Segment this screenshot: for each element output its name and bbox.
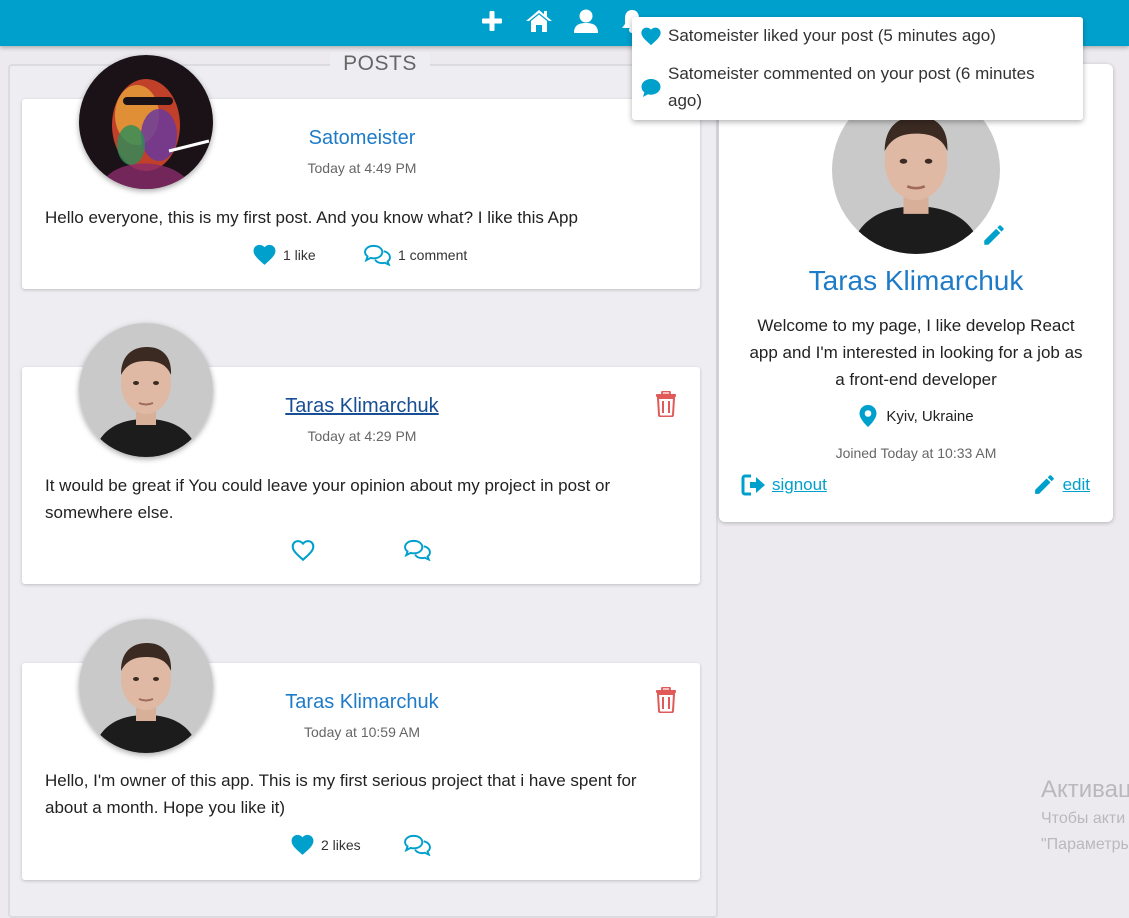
trash-icon: [656, 686, 676, 714]
profile-button[interactable]: [571, 6, 601, 36]
delete-post-button[interactable]: [654, 390, 678, 418]
add-post-button[interactable]: [477, 6, 507, 36]
edit-profile-button[interactable]: edit: [1032, 472, 1090, 497]
comment-button[interactable]: 1 comment: [363, 243, 467, 266]
edit-label: edit: [1062, 474, 1090, 494]
pencil-icon: [1034, 475, 1054, 494]
home-button[interactable]: [524, 6, 554, 36]
like-button[interactable]: 1 like: [252, 243, 316, 266]
comment-button[interactable]: [403, 538, 432, 561]
post-body: It would be great if You could leave you…: [45, 476, 611, 522]
heart-filled-icon: [291, 834, 314, 855]
post-author-avatar[interactable]: [79, 323, 213, 457]
trash-icon: [656, 390, 676, 418]
comment-button[interactable]: [403, 833, 432, 856]
plus-icon: [482, 11, 502, 31]
location-text: Kyiv, Ukraine: [886, 407, 974, 425]
profile-bio: Welcome to my page, I like develop React…: [749, 316, 1083, 389]
profile-location: Kyiv, Ukraine: [719, 404, 1113, 428]
heart-icon: [641, 27, 661, 46]
notification-item[interactable]: Satomeister liked your post (5 minutes a…: [668, 22, 1068, 49]
profile-joined: Joined Today at 10:33 AM: [835, 445, 997, 461]
comment-count: 1 comment: [398, 246, 468, 263]
profile-card: Taras Klimarchuk Welcome to my page, I l…: [719, 64, 1113, 522]
like-count: 2 likes: [321, 836, 361, 853]
activation-watermark-title: Активац: [1041, 776, 1129, 803]
pencil-icon: [984, 225, 1004, 245]
like-button[interactable]: [290, 538, 316, 562]
post-author-link[interactable]: Taras Klimarchuk: [202, 395, 522, 418]
post-card: Taras Klimarchuk Today at 4:29 PM It wou…: [22, 323, 700, 594]
notification-item[interactable]: Satomeister commented on your post (6 mi…: [668, 60, 1068, 114]
home-icon: [526, 10, 552, 32]
post-author-link[interactable]: Taras Klimarchuk: [202, 691, 522, 714]
delete-post-button[interactable]: [654, 686, 678, 714]
post-body: Hello everyone, this is my first post. A…: [45, 208, 578, 227]
post-timestamp: Today at 4:29 PM: [307, 428, 417, 444]
post-author-link[interactable]: Satomeister: [202, 127, 522, 150]
post-body: Hello, I'm owner of this app. This is my…: [45, 771, 637, 817]
activation-watermark-line: Чтобы акти: [1041, 810, 1126, 827]
map-marker-icon: [859, 405, 877, 427]
like-button[interactable]: 2 likes: [290, 833, 361, 856]
avatar-image: [79, 619, 213, 753]
activation-watermark-line: "Параметры: [1041, 836, 1129, 853]
comments-icon: [404, 539, 431, 561]
avatar-image: [79, 55, 213, 189]
post-timestamp: Today at 4:49 PM: [307, 160, 417, 176]
post-card: Taras Klimarchuk Today at 10:59 AM Hello…: [22, 619, 700, 890]
avatar-image: [79, 323, 213, 457]
signout-label: signout: [772, 475, 827, 494]
heart-filled-icon: [253, 244, 276, 265]
post-timestamp: Today at 10:59 AM: [304, 724, 420, 740]
signout-button[interactable]: signout: [741, 474, 827, 496]
signout-icon: [741, 474, 765, 496]
chat-icon: [641, 79, 661, 97]
posts-heading: POSTS: [330, 52, 430, 76]
comments-icon: [364, 244, 391, 266]
post-author-avatar[interactable]: [79, 619, 213, 753]
like-count: 1 like: [283, 246, 316, 263]
edit-avatar-button[interactable]: [981, 222, 1007, 248]
profile-name[interactable]: Taras Klimarchuk: [719, 265, 1113, 297]
comments-icon: [404, 834, 431, 856]
post-card: Satomeister Today at 4:49 PM Hello every…: [22, 55, 700, 299]
user-icon: [574, 9, 598, 33]
notifications-dropdown: Satomeister liked your post (5 minutes a…: [632, 17, 1083, 120]
heart-outline-icon: [291, 540, 315, 562]
post-author-avatar[interactable]: [79, 55, 213, 189]
